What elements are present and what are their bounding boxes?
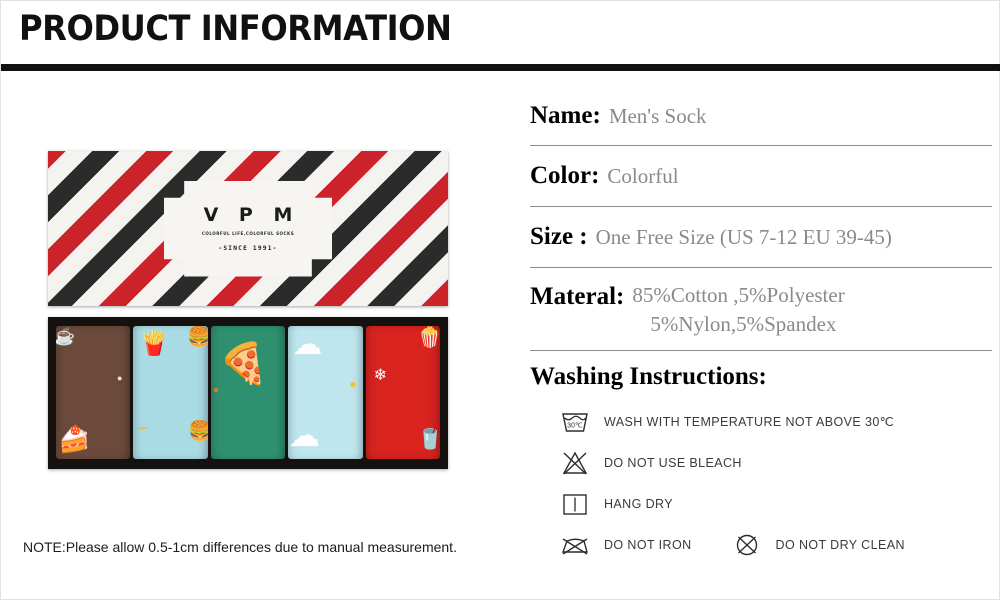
pepperoni-dot-motif: ● bbox=[212, 385, 219, 396]
cloud-motif: ☁ bbox=[288, 417, 321, 453]
spec-value-color: Colorful bbox=[607, 164, 679, 188]
popcorn-motif: 🍿 bbox=[417, 327, 441, 349]
cake-slice-motif: 🍰 bbox=[58, 425, 91, 454]
brand-tagline: COLORFUL LIFE,COLORFUL SOCKS bbox=[201, 230, 295, 236]
spec-row-material: Materal: 85%Cotton ,5%Polyester 5%Nylon,… bbox=[530, 268, 992, 351]
spec-row-size: Size : One Free Size (US 7-12 EU 39-45) bbox=[530, 207, 992, 268]
wash-temp-text: 30℃ bbox=[567, 422, 583, 429]
coffee-cake-sock: ☕ 🍰 ● bbox=[56, 326, 131, 459]
care-text-iron: DO NOT IRON bbox=[604, 537, 692, 552]
spec-value-material: 85%Cotton ,5%Polyester 5%Nylon,5%Spandex bbox=[624, 280, 844, 340]
hang-dry-icon bbox=[563, 493, 587, 515]
sprinkle-motif: ● bbox=[116, 373, 123, 383]
page-title: PRODUCT INFORMATION bbox=[19, 9, 452, 49]
burger-motif: 🍔 bbox=[187, 327, 208, 348]
spec-label-size: Size : bbox=[530, 223, 588, 250]
coffee-cup-motif: ☕ bbox=[56, 327, 76, 346]
care-item-hang-dry: HANG DRY bbox=[558, 491, 673, 517]
care-instruction-list: 30℃ WASH WITH TEMPERATURE NOT ABOVE 30℃ … bbox=[530, 401, 992, 565]
header-divider bbox=[1, 64, 1000, 71]
popcorn-kernel-motif: ❄ bbox=[373, 367, 388, 384]
burger-motif-2: 🍔 bbox=[188, 421, 208, 442]
measurement-note: NOTE:Please allow 0.5-1cm differences du… bbox=[23, 539, 457, 555]
material-line-1: 85%Cotton ,5%Polyester bbox=[632, 283, 845, 307]
care-text-hang-dry: HANG DRY bbox=[604, 496, 673, 511]
spec-label-color: Color: bbox=[530, 162, 600, 189]
care-row-wash: 30℃ WASH WITH TEMPERATURE NOT ABOVE 30℃ bbox=[530, 401, 992, 442]
egg-yolk-motif: ● bbox=[349, 377, 357, 391]
brand-name: V P M bbox=[203, 203, 300, 226]
brand-label: V P M COLORFUL LIFE,COLORFUL SOCKS -SINC… bbox=[164, 180, 332, 277]
spec-label-material: Materal: bbox=[530, 283, 625, 310]
fry-stick-motif: ⚊ bbox=[137, 417, 150, 432]
care-item-bleach: DO NOT USE BLEACH bbox=[558, 450, 742, 476]
spec-value-size: One Free Size (US 7-12 EU 39-45) bbox=[595, 225, 892, 249]
spec-row-name: Name: Men's Sock bbox=[530, 99, 992, 146]
fries-burger-sock: 🍟 🍔 🍔 ⚊ bbox=[133, 326, 208, 459]
fries-motif: 🍟 bbox=[139, 331, 170, 357]
product-box-lid-image: V P M COLORFUL LIFE,COLORFUL SOCKS -SINC… bbox=[48, 151, 448, 306]
care-text-wash: WASH WITH TEMPERATURE NOT ABOVE 30℃ bbox=[604, 415, 895, 429]
care-row-hang-dry: HANG DRY bbox=[530, 483, 992, 524]
no-dry-clean-icon bbox=[736, 534, 757, 555]
material-line-2: 5%Nylon,5%Spandex bbox=[650, 312, 837, 337]
product-box-socks-image: ☕ 🍰 ● 🍟 🍔 🍔 ⚊ 🍕 ● ☁ ● ☁ 🍿 ❄ 🥤 bbox=[48, 317, 448, 469]
wash-30c-icon: 30℃ bbox=[562, 412, 588, 432]
pizza-sock: 🍕 ● bbox=[210, 326, 286, 459]
spec-label-name: Name: bbox=[530, 102, 601, 129]
care-item-dry-clean: DO NOT DRY CLEAN bbox=[730, 532, 905, 558]
care-item-wash: 30℃ WASH WITH TEMPERATURE NOT ABOVE 30℃ bbox=[558, 409, 894, 435]
pizza-slice-motif: 🍕 bbox=[218, 341, 269, 386]
care-row-bleach: DO NOT USE BLEACH bbox=[530, 442, 992, 483]
care-item-iron: DO NOT IRON bbox=[558, 532, 692, 558]
care-row-iron-dryclean: DO NOT IRON DO NOT DRY CLEAN bbox=[530, 524, 992, 565]
brand-since-text: -SINCE 1991- bbox=[218, 244, 278, 252]
care-text-bleach: DO NOT USE BLEACH bbox=[604, 455, 742, 470]
spec-row-color: Color: Colorful bbox=[530, 146, 992, 207]
soda-cup-motif: 🥤 bbox=[416, 425, 441, 450]
specification-panel: Name: Men's Sock Color: Colorful Size : … bbox=[530, 99, 992, 565]
no-iron-icon bbox=[562, 537, 588, 555]
product-image-group: V P M COLORFUL LIFE,COLORFUL SOCKS -SINC… bbox=[48, 151, 448, 469]
washing-instructions-title: Washing Instructions: bbox=[530, 363, 767, 390]
care-text-dry-clean: DO NOT DRY CLEAN bbox=[775, 537, 905, 552]
egg-motif: ☁ bbox=[292, 328, 323, 361]
no-bleach-icon bbox=[562, 451, 588, 475]
egg-cloud-sock: ☁ ● ☁ bbox=[288, 326, 363, 459]
spec-value-name: Men's Sock bbox=[608, 104, 707, 128]
popcorn-sock: 🍿 ❄ 🥤 bbox=[365, 326, 441, 459]
